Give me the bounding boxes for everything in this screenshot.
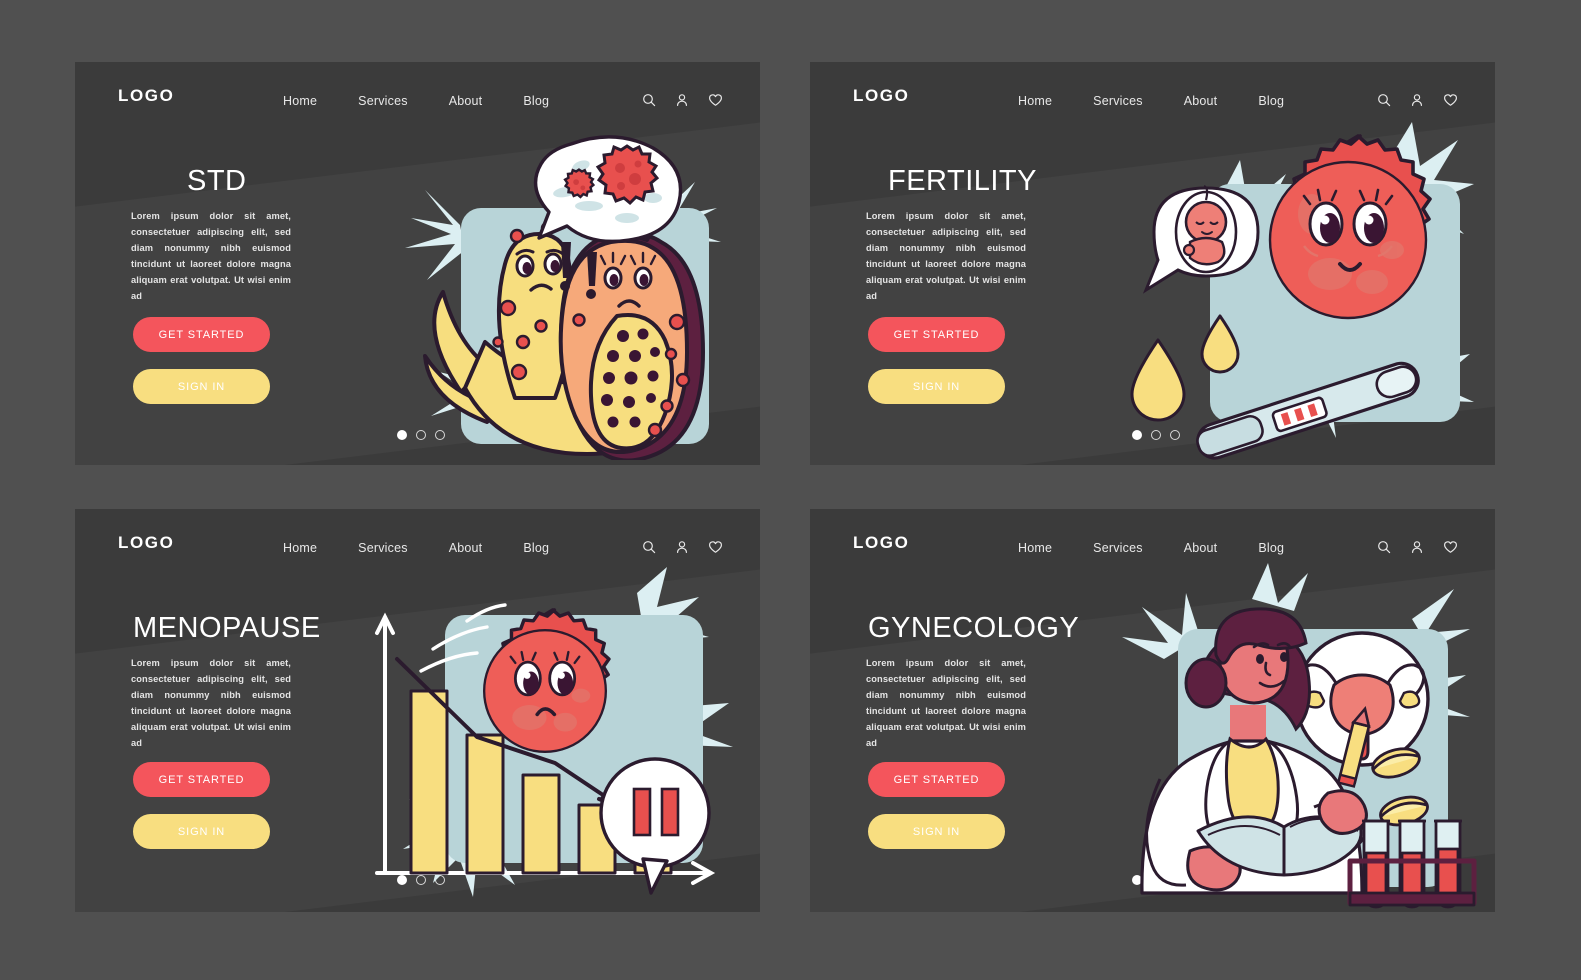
sign-in-button[interactable]: SIGN IN [868,369,1005,404]
illustration-gynecology [1082,563,1482,912]
logo[interactable]: LOGO [853,533,909,553]
nav-item-home[interactable]: Home [283,541,317,555]
search-icon[interactable] [642,540,656,554]
nav-item-services[interactable]: Services [1093,541,1143,555]
header-icons [1377,540,1458,554]
search-icon[interactable] [1377,93,1391,107]
landing-page-set: LOGO Home Services About Blog STD Lorem … [0,0,1581,980]
nav-item-about[interactable]: About [1184,94,1218,108]
get-started-button[interactable]: GET STARTED [133,317,270,352]
body-text: Lorem ipsum dolor sit amet, consectetuer… [131,211,291,301]
get-started-button[interactable]: GET STARTED [868,762,1005,797]
main-nav: Home Services About Blog [283,94,549,108]
main-nav: Home Services About Blog [1018,541,1284,555]
search-icon[interactable] [642,93,656,107]
panel-fertility: LOGO Home Services About Blog FERTILITY … [810,62,1495,465]
illustration-menopause [337,567,737,912]
sign-in-button[interactable]: SIGN IN [868,814,1005,849]
heart-icon[interactable] [1443,540,1458,554]
main-nav: Home Services About Blog [1018,94,1284,108]
nav-item-services[interactable]: Services [358,94,408,108]
header-icons [642,93,723,107]
nav-item-blog[interactable]: Blog [1258,94,1284,108]
nav-item-home[interactable]: Home [1018,541,1052,555]
nav-item-about[interactable]: About [449,94,483,108]
page-title: MENOPAUSE [133,612,321,644]
panel-std: LOGO Home Services About Blog STD Lorem … [75,62,760,465]
main-nav: Home Services About Blog [283,541,549,555]
nav-item-services[interactable]: Services [358,541,408,555]
nav-item-home[interactable]: Home [283,94,317,108]
logo[interactable]: LOGO [118,533,174,553]
nav-item-home[interactable]: Home [1018,94,1052,108]
logo[interactable]: LOGO [853,86,909,106]
panel-gynecology: LOGO Home Services About Blog GYNECOLOGY… [810,509,1495,912]
heart-icon[interactable] [708,540,723,554]
body-text: Lorem ipsum dolor sit amet, consectetuer… [866,658,1026,748]
body-text: Lorem ipsum dolor sit amet, consectetuer… [866,211,1026,301]
header-icons [1377,93,1458,107]
header-std: LOGO Home Services About Blog [75,62,760,140]
nav-item-about[interactable]: About [1184,541,1218,555]
page-title: GYNECOLOGY [868,612,1080,644]
nav-item-about[interactable]: About [449,541,483,555]
page-title: FERTILITY [888,165,1037,197]
user-icon[interactable] [1410,540,1424,554]
nav-item-blog[interactable]: Blog [523,94,549,108]
user-icon[interactable] [675,540,689,554]
nav-item-blog[interactable]: Blog [523,541,549,555]
heart-icon[interactable] [1443,93,1458,107]
nav-item-services[interactable]: Services [1093,94,1143,108]
sign-in-button[interactable]: SIGN IN [133,814,270,849]
user-icon[interactable] [675,93,689,107]
heart-icon[interactable] [708,93,723,107]
page-title: STD [187,165,247,197]
get-started-button[interactable]: GET STARTED [868,317,1005,352]
logo[interactable]: LOGO [118,86,174,106]
get-started-button[interactable]: GET STARTED [133,762,270,797]
header-icons [642,540,723,554]
sign-in-button[interactable]: SIGN IN [133,369,270,404]
illustration-std [365,130,745,460]
panel-menopause: LOGO Home Services About Blog MENOPAUSE … [75,509,760,912]
user-icon[interactable] [1410,93,1424,107]
search-icon[interactable] [1377,540,1391,554]
illustration-fertility [1090,122,1480,465]
body-text: Lorem ipsum dolor sit amet, consectetuer… [131,658,291,748]
nav-item-blog[interactable]: Blog [1258,541,1284,555]
